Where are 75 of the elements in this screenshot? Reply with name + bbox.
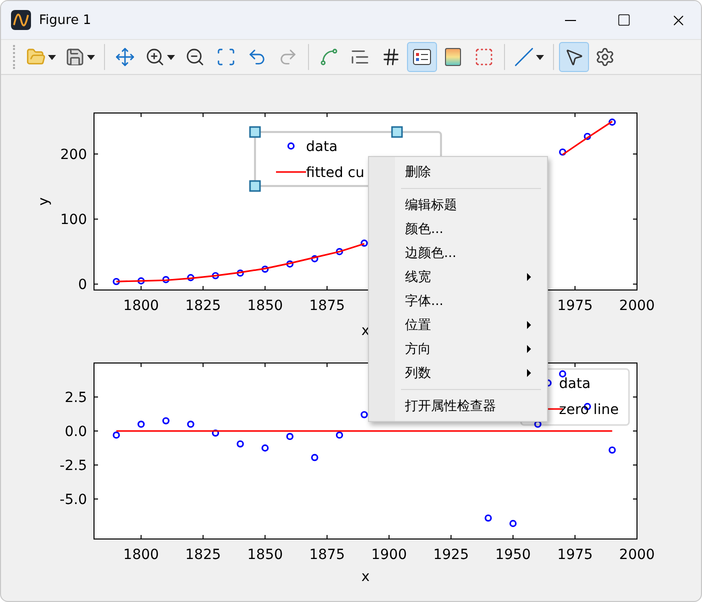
axis-label: x: [361, 569, 370, 585]
menu-item[interactable]: 位置: [371, 313, 545, 337]
menu-item[interactable]: 字体...: [371, 289, 545, 313]
window-title: Figure 1: [39, 12, 92, 28]
tick-label: 0: [78, 277, 87, 294]
menu-item[interactable]: 删除: [371, 160, 545, 184]
grid-icon: [381, 47, 401, 67]
submenu-arrow-icon: [527, 345, 531, 353]
menu-item[interactable]: 方向: [371, 337, 545, 361]
menu-item-label: 位置: [405, 317, 431, 334]
tick-label: 0.0: [64, 424, 87, 440]
caret-icon: [536, 54, 544, 60]
tick-label: 100: [60, 212, 87, 228]
tick-label: 1975: [557, 547, 593, 563]
selection-handle[interactable]: [391, 126, 403, 138]
tick-label: 2000: [619, 298, 655, 314]
toolbar-button[interactable]: [559, 42, 589, 72]
tick-label: 1825: [185, 547, 221, 563]
curve-icon: [319, 47, 339, 67]
tick-label: 1800: [123, 547, 159, 563]
selection-handle[interactable]: [249, 126, 261, 138]
menu-item[interactable]: 列数: [371, 361, 545, 385]
caret-icon: [167, 54, 175, 60]
submenu-arrow-icon: [527, 321, 531, 329]
caret-icon: [48, 54, 56, 60]
menu-item-label: 线宽: [405, 269, 431, 286]
legend-label: fitted cu: [306, 165, 364, 181]
tick-label: -5.0: [60, 492, 87, 508]
menu-item[interactable]: 边颜色...: [371, 241, 545, 265]
menu-item[interactable]: 编辑标题: [371, 193, 545, 217]
toolbar-button[interactable]: [407, 42, 437, 72]
settings-icon: [595, 47, 615, 67]
legend-icon: [412, 47, 432, 67]
zoom-in-icon: [145, 47, 165, 67]
tick-label: 1800: [123, 298, 159, 314]
submenu-arrow-icon: [527, 369, 531, 377]
move-icon: [115, 47, 135, 67]
dashed-frame-icon: [474, 47, 494, 67]
tick-label: 2000: [619, 547, 655, 563]
line-icon: [514, 47, 534, 67]
tick-label: 1875: [309, 547, 345, 563]
tick-label: 1900: [371, 547, 407, 563]
menu-item[interactable]: 颜色...: [371, 217, 545, 241]
tick-label: 1950: [495, 547, 531, 563]
menu-item-label: 方向: [405, 341, 431, 358]
tick-label: 1975: [557, 298, 593, 314]
tick-label: 1925: [433, 547, 469, 563]
tick-label: 1850: [247, 547, 283, 563]
legend-label: data: [306, 139, 338, 155]
pointer-icon: [564, 47, 584, 67]
tick-label: 200: [60, 147, 87, 163]
legend-line-icon: [276, 171, 306, 173]
tick-label: -2.5: [60, 458, 87, 474]
zoom-fit-icon: [216, 47, 236, 67]
save-icon: [65, 47, 85, 67]
app-logo-icon: [11, 10, 31, 30]
legend-label: data: [559, 376, 591, 392]
submenu-arrow-icon: [527, 273, 531, 281]
menu-item[interactable]: 线宽: [371, 265, 545, 289]
axis-label: y: [36, 197, 52, 206]
selection-handle[interactable]: [249, 180, 261, 192]
folder-icon: [26, 47, 46, 67]
tick-label: 1875: [309, 298, 345, 314]
zoom-out-icon: [185, 47, 205, 67]
menu-item-label: 列数: [405, 365, 431, 382]
tick-label: 1825: [185, 298, 221, 314]
tick-label: 1850: [247, 298, 283, 314]
menu-item[interactable]: 打开属性检查器: [371, 394, 545, 418]
redo-icon: [278, 47, 298, 67]
colorbar-icon: [444, 47, 462, 67]
tick-label: 2.5: [64, 390, 87, 406]
caret-icon: [87, 54, 95, 60]
legend-label: zero line: [559, 402, 619, 418]
undo-icon: [247, 47, 267, 67]
maximize-icon: [617, 13, 631, 27]
